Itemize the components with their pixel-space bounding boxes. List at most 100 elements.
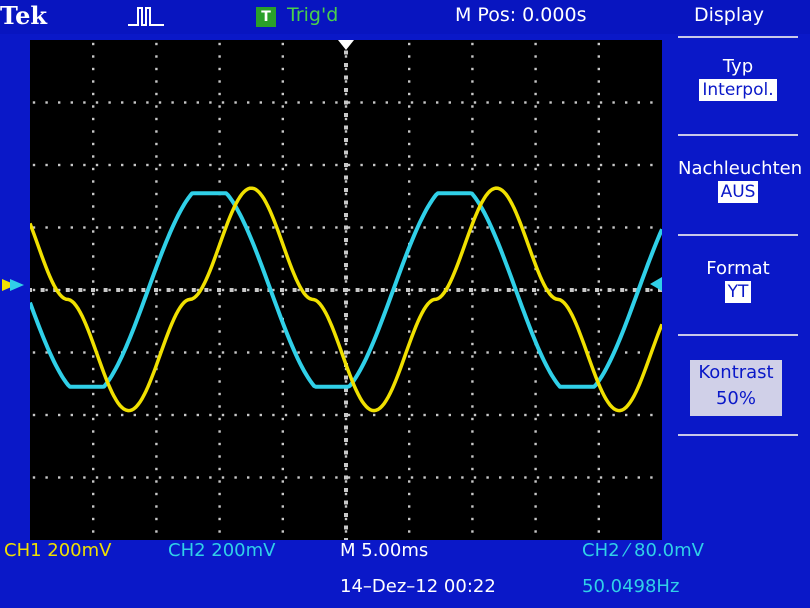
grid-dot — [534, 130, 537, 133]
grid-dot — [146, 163, 149, 167]
grid-dot — [408, 80, 411, 83]
grid-dot — [398, 101, 401, 104]
grid-dot — [166, 288, 171, 292]
grid-dot — [281, 430, 284, 433]
grid-dot — [141, 288, 146, 292]
menu-item-typ[interactable]: Typ Interpol. — [678, 56, 798, 101]
grid-dot — [612, 226, 615, 229]
grid-dot — [344, 130, 348, 133]
grid-dot — [423, 226, 426, 229]
grid-dot — [218, 405, 221, 408]
grid-dot — [155, 467, 158, 471]
grid-dot — [347, 476, 351, 479]
menu-item-kontrast[interactable]: Kontrast 50% — [690, 360, 782, 416]
grid-dot — [471, 405, 474, 408]
grid-dot — [344, 525, 348, 530]
grid-dot — [398, 351, 401, 354]
grid-dot — [524, 476, 527, 479]
grid-dot — [486, 476, 489, 479]
grid-dot — [471, 155, 474, 158]
grid-dot — [92, 117, 95, 121]
grid-dot — [70, 226, 73, 229]
grid-dot — [92, 317, 95, 321]
grid-dot — [281, 180, 284, 183]
grid-dot — [597, 442, 600, 446]
grid-dot — [218, 530, 221, 533]
grid-dot — [448, 351, 451, 354]
grid-dot — [344, 480, 348, 483]
grid-dot — [534, 167, 537, 171]
grid-dot — [436, 476, 439, 479]
grid-dot — [116, 288, 121, 292]
grid-dot — [597, 55, 600, 58]
grid-dot — [221, 476, 225, 479]
grid-dot — [344, 450, 348, 455]
grid-dot — [360, 226, 363, 229]
grid-dot — [511, 226, 514, 229]
grid-dot — [184, 413, 187, 417]
grid-dot — [179, 288, 184, 292]
grid-dot — [218, 230, 221, 233]
grid-dot — [360, 476, 363, 479]
grid-dot — [534, 355, 537, 358]
grid-dot — [344, 438, 348, 442]
grid-dot — [511, 163, 514, 167]
grid-dot — [471, 180, 474, 183]
grid-dot — [637, 351, 640, 354]
grid-dot — [344, 138, 348, 142]
grid-dot — [234, 163, 237, 167]
grid-dot — [499, 226, 502, 229]
grid-dot — [32, 163, 36, 167]
grid-dot — [597, 155, 600, 158]
menu-item-nachleuchten[interactable]: Nachleuchten AUS — [678, 158, 802, 203]
grid-dot — [344, 517, 348, 521]
grid-dot — [218, 255, 221, 258]
grid-dot — [108, 288, 111, 292]
grid-dot — [171, 476, 174, 479]
grid-dot — [536, 163, 540, 167]
grid-dot — [92, 530, 95, 533]
grid-dot — [347, 351, 351, 354]
grid-dot — [218, 305, 221, 308]
grid-dot — [471, 280, 474, 283]
grid-dot — [650, 163, 653, 167]
grid-dot — [155, 355, 158, 358]
grid-dot — [281, 105, 284, 108]
grid-dot — [209, 163, 212, 167]
grid-dot — [650, 101, 653, 104]
grid-dot — [92, 105, 95, 108]
grid-dot — [344, 225, 348, 230]
grid-dot — [209, 476, 212, 479]
grid-dot — [234, 101, 237, 104]
grid-dot — [650, 413, 653, 417]
grid-dot — [469, 288, 473, 292]
grid-dot — [344, 488, 348, 492]
grid-dot — [408, 292, 411, 296]
grid-dot — [146, 413, 149, 417]
menu-item-label: Typ — [722, 56, 754, 77]
grid-dot — [310, 476, 313, 479]
grid-dot — [344, 163, 348, 167]
grid-dot — [574, 413, 577, 417]
grid-dot — [121, 476, 124, 479]
grid-dot — [45, 163, 48, 167]
grid-dot — [247, 101, 250, 104]
grid-dot — [344, 288, 348, 292]
grid-dot — [486, 351, 489, 354]
grid-dot — [534, 292, 537, 296]
grid-dot — [408, 492, 411, 496]
menu-item-format[interactable]: Format YT — [678, 258, 798, 303]
grid-dot — [58, 163, 61, 167]
grid-dot — [408, 67, 411, 71]
grid-dot — [344, 392, 348, 396]
grid-dot — [92, 430, 95, 433]
grid-dot — [534, 92, 537, 96]
grid-dot — [218, 280, 221, 283]
grid-dot — [471, 467, 474, 471]
grid-dot — [45, 226, 48, 229]
grid-dot — [184, 163, 187, 167]
grid-dot — [347, 413, 351, 417]
grid-dot — [373, 476, 376, 479]
grid-dot — [436, 226, 439, 229]
grid-dot — [597, 530, 600, 533]
